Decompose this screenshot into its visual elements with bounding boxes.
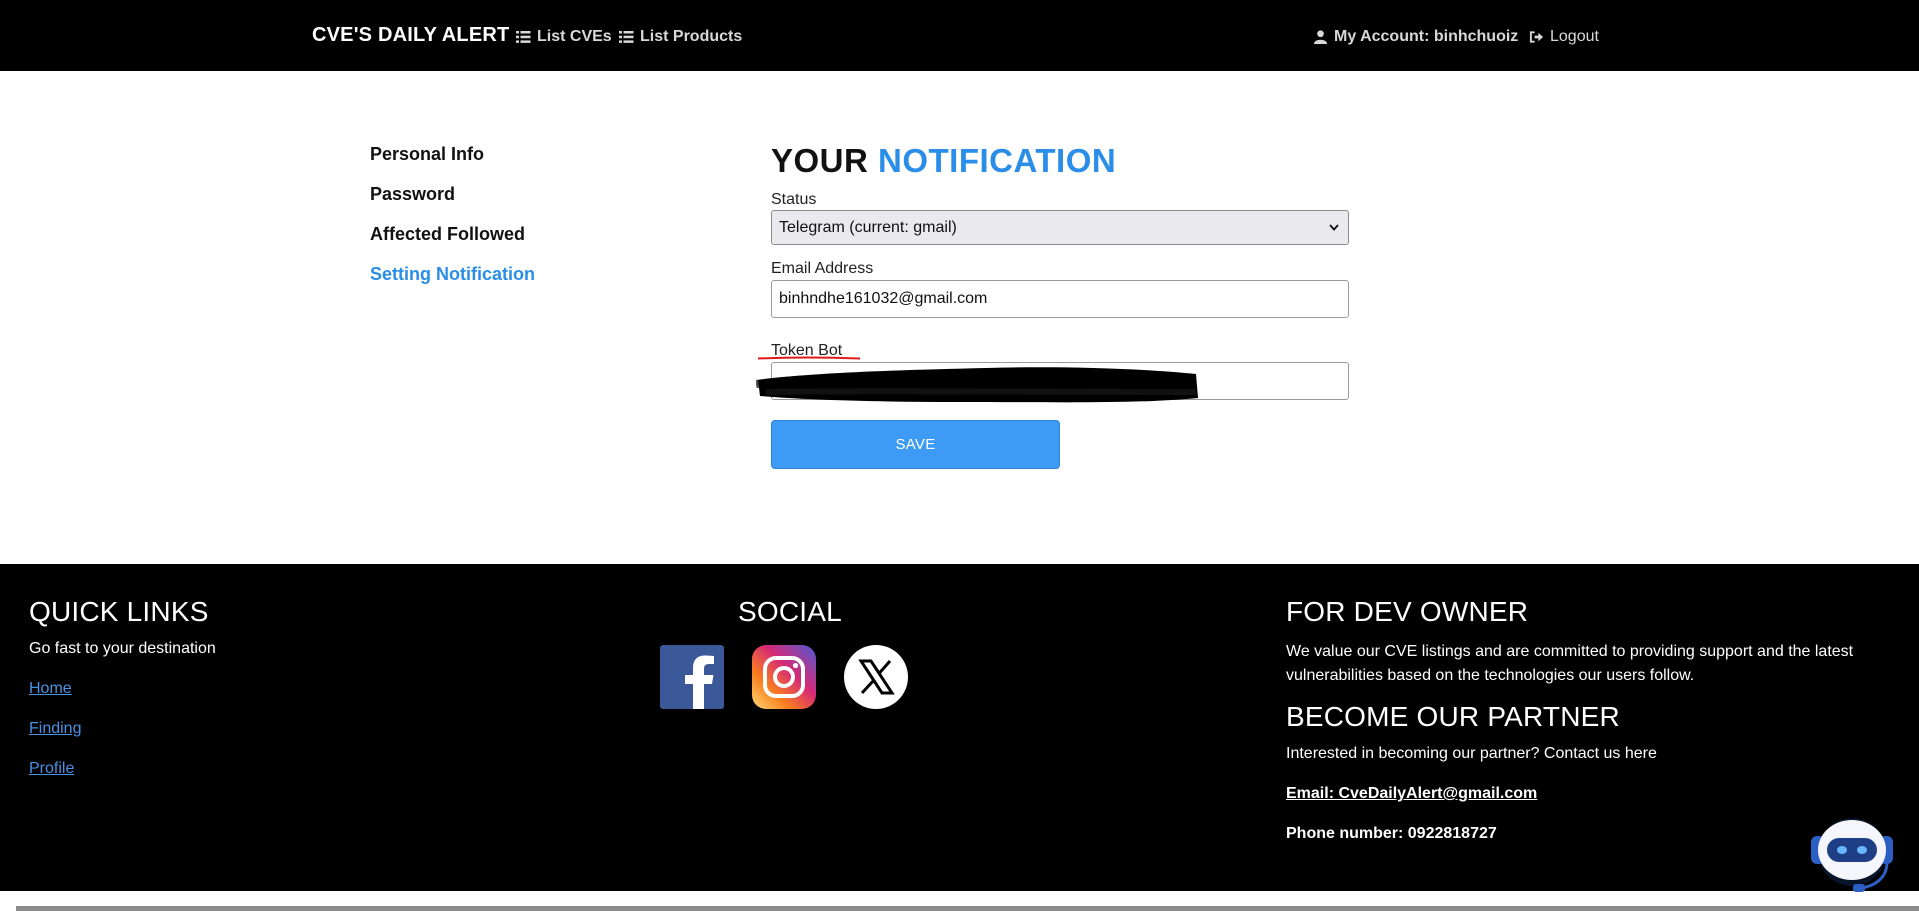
page-title-part1: YOUR — [771, 142, 869, 179]
logout-label: Logout — [1550, 28, 1599, 45]
redaction-scribble — [756, 367, 1198, 403]
quick-links-title: QUICK LINKS — [29, 596, 209, 627]
nav-list-products-label: List Products — [640, 28, 743, 45]
list-icon — [516, 31, 531, 43]
footer-link-home[interactable]: Home — [29, 680, 72, 698]
partner-title: BECOME OUR PARTNER — [1286, 701, 1620, 732]
status-select-value: Telegram (current: gmail) — [779, 218, 957, 236]
nav-list-cves-label: List CVEs — [537, 28, 612, 45]
chevron-down-icon — [1329, 224, 1339, 231]
instagram-icon[interactable] — [752, 645, 816, 709]
save-button[interactable]: SAVE — [771, 420, 1060, 469]
top-navbar: CVE'S DAILY ALERT List CVEs List Product… — [0, 0, 1919, 71]
nav-list-products[interactable]: List Products — [619, 28, 742, 46]
sidebar-item-personal-info[interactable]: Personal Info — [370, 144, 484, 165]
sidebar-item-password[interactable]: Password — [370, 184, 455, 205]
page-title: YOUR NOTIFICATION — [771, 142, 1116, 180]
partner-text: Interested in becoming our partner? Cont… — [1286, 745, 1657, 762]
my-account-label: My Account: binhchuoiz — [1334, 28, 1519, 45]
red-underline-annotation — [757, 356, 861, 360]
x-icon[interactable] — [844, 645, 908, 709]
facebook-icon[interactable] — [660, 645, 724, 709]
sign-out-icon — [1529, 31, 1544, 43]
footer: QUICK LINKS Go fast to your destination … — [0, 564, 1919, 891]
footer-link-finding[interactable]: Finding — [29, 720, 81, 738]
user-icon — [1313, 30, 1328, 44]
chatbot-icon[interactable] — [1803, 812, 1901, 898]
sidebar-item-affected-followed[interactable]: Affected Followed — [370, 224, 525, 245]
status-select[interactable]: Telegram (current: gmail) — [771, 210, 1349, 245]
footer-link-profile[interactable]: Profile — [29, 760, 74, 778]
partner-email-link[interactable]: Email: CveDailyAlert@gmail.com — [1286, 785, 1537, 803]
email-label: Email Address — [771, 260, 874, 277]
dev-owner-title: FOR DEV OWNER — [1286, 596, 1529, 627]
social-title: SOCIAL — [738, 596, 842, 627]
nav-list-cves[interactable]: List CVEs — [516, 28, 612, 46]
status-label: Status — [771, 191, 817, 208]
brand-logo-text[interactable]: CVE'S DAILY ALERT — [312, 24, 509, 47]
logout-link[interactable]: Logout — [1529, 28, 1599, 46]
my-account-link[interactable]: My Account: binhchuoiz — [1313, 28, 1518, 46]
partner-phone: Phone number: 0922818727 — [1286, 825, 1497, 842]
list-icon — [619, 31, 634, 43]
sidebar-item-setting-notification[interactable]: Setting Notification — [370, 264, 535, 285]
dev-owner-text: We value our CVE listings and are commit… — [1286, 643, 1854, 684]
email-field[interactable] — [771, 280, 1349, 318]
quick-links-subtitle: Go fast to your destination — [29, 640, 216, 657]
page-title-part2: NOTIFICATION — [878, 142, 1117, 179]
horizontal-scrollbar[interactable] — [16, 906, 1919, 911]
